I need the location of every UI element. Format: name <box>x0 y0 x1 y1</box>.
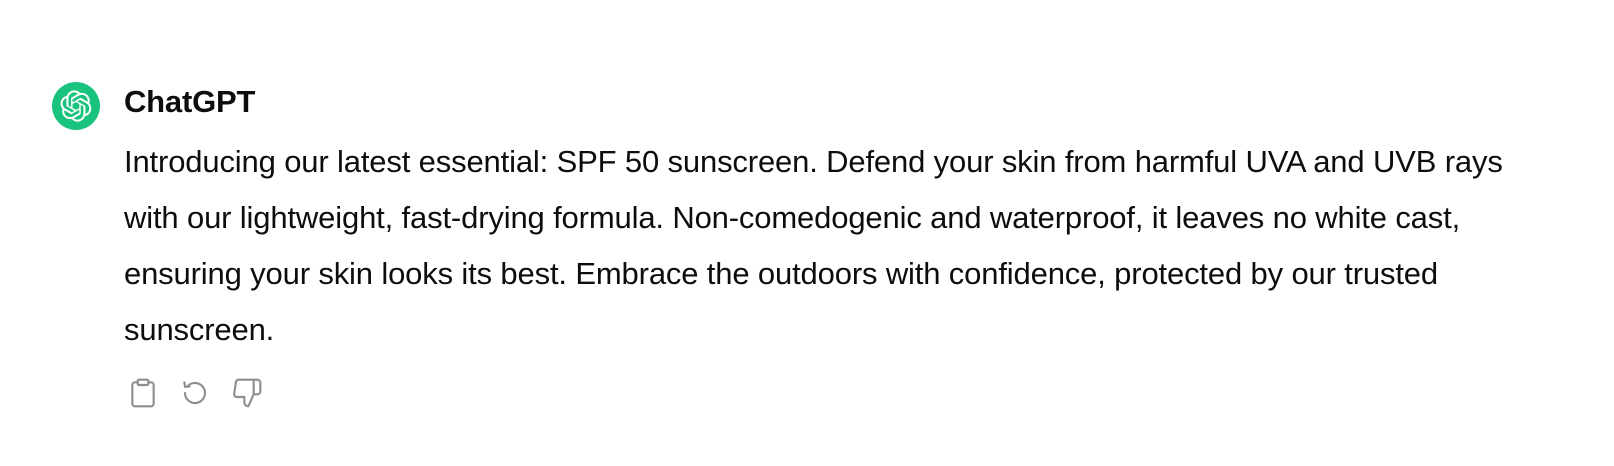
thumbs-down-icon <box>233 378 262 408</box>
message-content: ChatGPT Introducing our latest essential… <box>124 82 1544 410</box>
assistant-message: ChatGPT Introducing our latest essential… <box>52 82 1572 410</box>
regenerate-button[interactable] <box>178 376 212 410</box>
openai-logo-icon <box>60 90 92 122</box>
message-actions <box>126 376 1544 410</box>
message-text: Introducing our latest essential: SPF 50… <box>124 144 1503 347</box>
regenerate-icon <box>183 381 207 405</box>
copy-button[interactable] <box>126 376 160 410</box>
message-author: ChatGPT <box>124 84 256 119</box>
chatgpt-avatar <box>52 82 100 130</box>
thumbs-down-button[interactable] <box>230 376 264 410</box>
clipboard-icon <box>131 378 155 408</box>
